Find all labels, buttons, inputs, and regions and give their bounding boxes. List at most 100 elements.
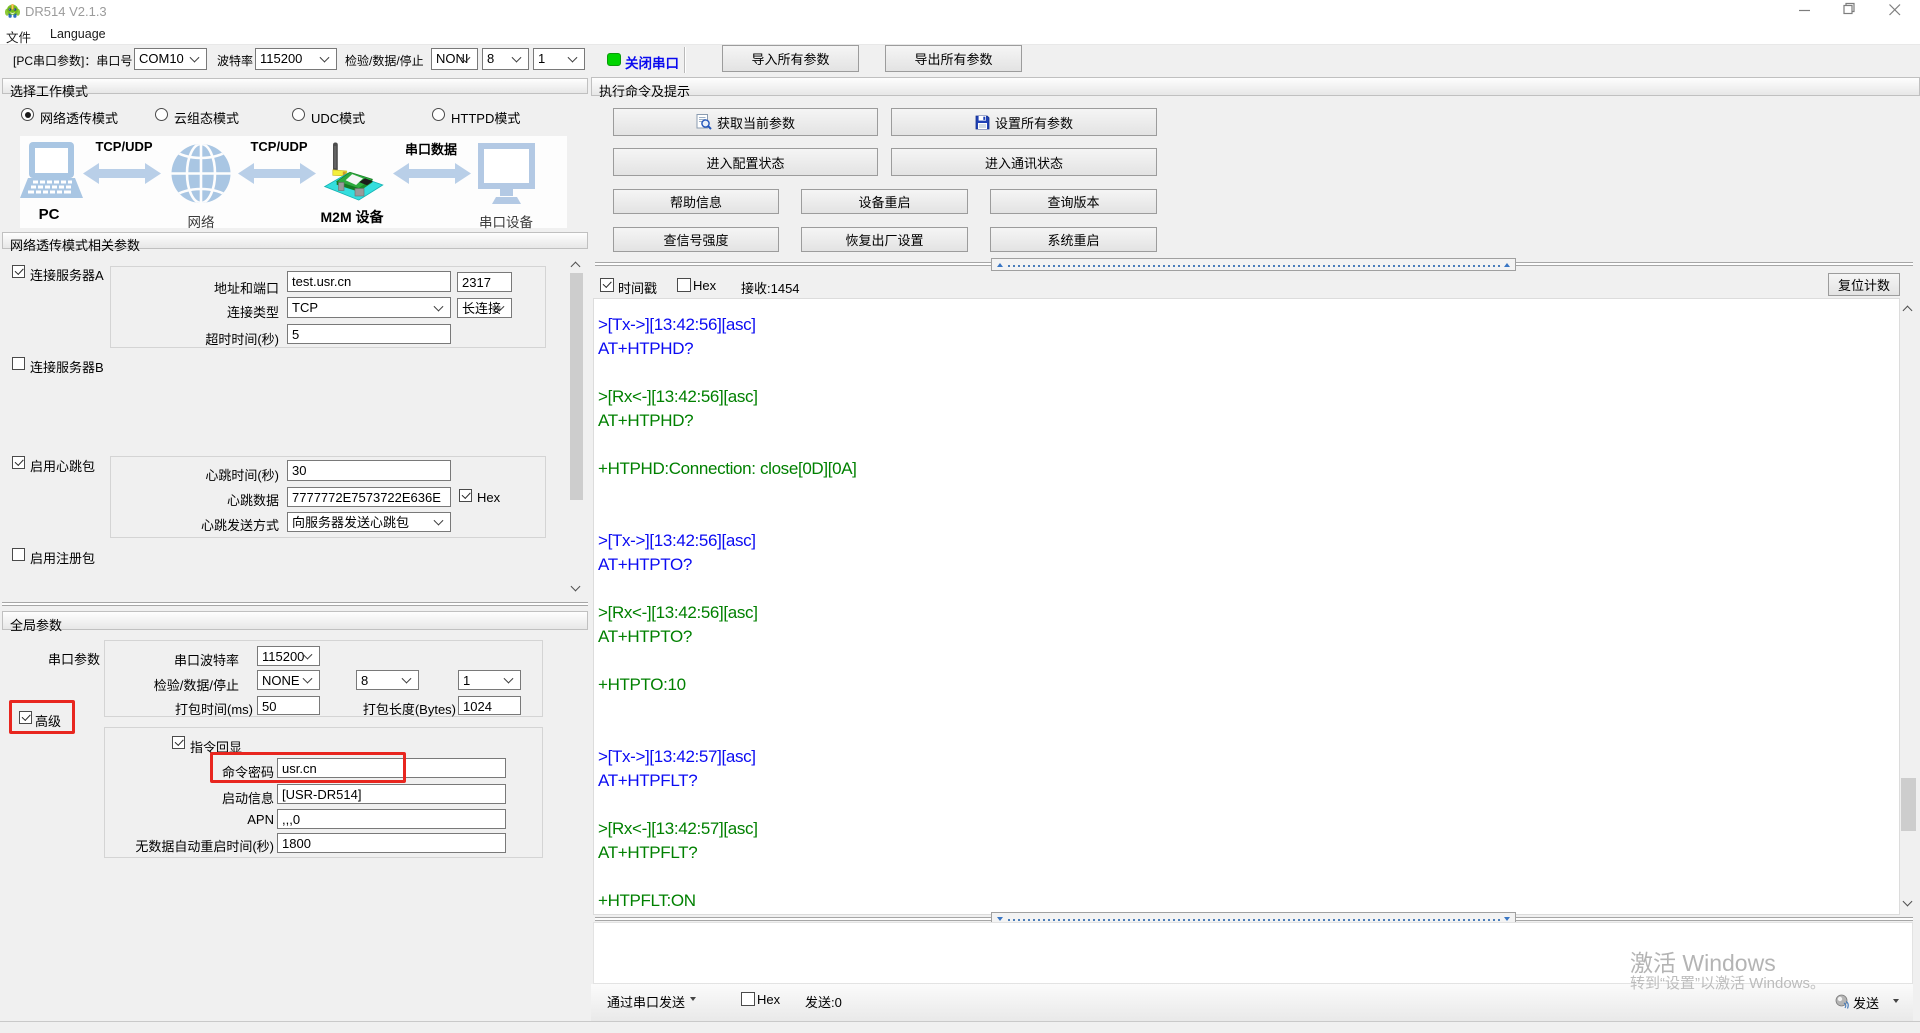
- log-line: >[Tx->][13:42:56][asc]: [598, 529, 1897, 553]
- window-controls: [1794, 0, 1914, 20]
- params-scrollbar-thumb[interactable]: [570, 273, 583, 500]
- hb-mode-label: 心跳发送方式: [119, 515, 279, 534]
- tcp-udp-label-1: TCP/UDP: [88, 139, 160, 154]
- send-hex-checkbox[interactable]: [741, 992, 755, 1006]
- set-params-button[interactable]: 设置所有参数: [891, 108, 1157, 136]
- advanced-annotation-box: [9, 700, 75, 734]
- com-port-combo[interactable]: COM10: [134, 48, 207, 70]
- g-stopbits-combo[interactable]: 1: [458, 670, 521, 690]
- radio-dot-icon: [25, 112, 31, 118]
- mode-radio-2[interactable]: [155, 108, 168, 121]
- mode-radio-label-2[interactable]: 云组态模式: [174, 108, 239, 127]
- menu-language[interactable]: Language: [50, 27, 106, 41]
- databits-combo[interactable]: 8: [482, 48, 529, 70]
- help-button[interactable]: 帮助信息: [613, 189, 779, 214]
- timestamp-label: 时间戳: [618, 278, 657, 297]
- receive-log-area[interactable]: >[Tx->][13:42:56][asc]AT+HTPHD? >[Rx<-][…: [593, 298, 1900, 915]
- heartbeat-checkbox[interactable]: [12, 456, 25, 469]
- g-baud-combo[interactable]: 115200: [257, 646, 320, 666]
- send-via-arrow-icon[interactable]: [690, 997, 696, 1001]
- baud-combo[interactable]: 115200: [255, 48, 337, 70]
- title-bar: DR514 V2.1.3: [0, 0, 1920, 23]
- restart-label: 无数据自动重启时间(秒): [104, 836, 274, 855]
- params-scrollbar[interactable]: [569, 255, 584, 598]
- baud-label: 波特率: [217, 52, 253, 69]
- send-splitter-right-arrow[interactable]: [1504, 917, 1510, 921]
- mode-radio-label-3[interactable]: UDC模式: [311, 108, 365, 127]
- stopbits-combo[interactable]: 1: [533, 48, 585, 70]
- receive-log-lines: >[Tx->][13:42:56][asc]AT+HTPHD? >[Rx<-][…: [598, 313, 1897, 913]
- import-all-button[interactable]: 导入所有参数: [722, 45, 859, 72]
- mode-radio-3[interactable]: [292, 108, 305, 121]
- hb-hex-checkbox[interactable]: [459, 489, 472, 502]
- mode-radio-label-4[interactable]: HTTPD模式: [451, 108, 520, 127]
- register-checkbox[interactable]: [12, 548, 25, 561]
- hb-data-input[interactable]: 7777772E7573722E636E: [287, 487, 451, 507]
- recv-hex-checkbox[interactable]: [677, 278, 691, 292]
- export-all-button[interactable]: 导出所有参数: [885, 45, 1022, 72]
- pack-time-input[interactable]: 50: [257, 696, 320, 715]
- get-params-button[interactable]: 获取当前参数: [613, 108, 878, 136]
- pack-len-input[interactable]: 1024: [458, 696, 521, 715]
- log-line: AT+HTPTO?: [598, 625, 1897, 649]
- signal-button[interactable]: 查信号强度: [613, 227, 779, 252]
- receive-splitter-left-arrow[interactable]: [997, 263, 1003, 267]
- log-scroll-down-icon[interactable]: [1904, 900, 1912, 908]
- log-line: AT+HTPFLT?: [598, 769, 1897, 793]
- server-a-port-input[interactable]: 2317: [457, 272, 512, 292]
- log-line: [598, 865, 1897, 889]
- params-section-header: 网络透传模式相关参数: [2, 232, 588, 249]
- check-icon: [174, 737, 183, 746]
- hb-time-label: 心跳时间(秒): [119, 465, 279, 484]
- hb-time-input[interactable]: 30: [287, 460, 451, 481]
- factory-reset-button[interactable]: 恢复出厂设置: [801, 227, 968, 252]
- arrow-1: [83, 163, 161, 184]
- receive-splitter-right-arrow[interactable]: [1504, 263, 1510, 267]
- log-line: AT+HTPFLT?: [598, 841, 1897, 865]
- log-scrollbar[interactable]: [1900, 298, 1917, 915]
- command-section-header: 执行命令及提示: [591, 77, 1920, 96]
- menu-file[interactable]: 文件: [6, 27, 31, 46]
- server-b-checkbox[interactable]: [12, 357, 25, 370]
- dev-restart-button[interactable]: 设备重启: [801, 189, 968, 214]
- echo-checkbox[interactable]: [172, 736, 185, 749]
- left-splitter[interactable]: [2, 602, 588, 606]
- mode-radio-1[interactable]: [21, 108, 34, 121]
- close-port-button[interactable]: 关闭串口: [625, 52, 679, 72]
- apn-input[interactable]: ,,,0: [277, 809, 506, 829]
- check-icon: [14, 266, 23, 275]
- log-scrollbar-thumb[interactable]: [1901, 778, 1916, 831]
- enter-comm-button[interactable]: 进入通讯状态: [891, 148, 1157, 176]
- boot-input[interactable]: [USR-DR514]: [277, 784, 506, 804]
- enter-config-button[interactable]: 进入配置状态: [613, 148, 878, 176]
- server-a-checkbox[interactable]: [12, 265, 25, 278]
- hb-mode-combo[interactable]: 向服务器发送心跳包: [287, 512, 451, 532]
- send-button[interactable]: 发送: [1853, 993, 1879, 1012]
- send-button-arrow-icon[interactable]: [1893, 999, 1899, 1003]
- sys-restart-button[interactable]: 系统重启: [990, 227, 1157, 252]
- params-scroll-down-icon[interactable]: [572, 585, 580, 593]
- mode-radio-label-1[interactable]: 网络透传模式: [40, 108, 118, 127]
- log-line: >[Rx<-][13:42:56][asc]: [598, 385, 1897, 409]
- log-scroll-up-icon[interactable]: [1904, 305, 1912, 313]
- receive-splitter-dots: [1008, 265, 1500, 267]
- log-line: [598, 433, 1897, 457]
- mode-radio-4[interactable]: [432, 108, 445, 121]
- query-version-button[interactable]: 查询版本: [990, 189, 1157, 214]
- send-splitter-left-arrow[interactable]: [997, 917, 1003, 921]
- server-a-addr-input[interactable]: test.usr.cn: [287, 271, 451, 292]
- parity-combo[interactable]: NONI: [431, 48, 478, 70]
- g-parity-combo[interactable]: NONE: [257, 670, 320, 690]
- timestamp-checkbox[interactable]: [600, 278, 614, 292]
- params-scroll-up-icon[interactable]: [572, 261, 580, 269]
- send-via-serial[interactable]: 通过串口发送: [607, 992, 685, 1011]
- conn-type-combo[interactable]: TCP: [287, 297, 451, 318]
- reset-count-button[interactable]: 复位计数: [1828, 273, 1900, 296]
- set-params-icon: [975, 115, 990, 130]
- timeout-input[interactable]: 5: [287, 324, 451, 344]
- g-databits-combo[interactable]: 8: [356, 670, 419, 690]
- keep-alive-combo[interactable]: 长连接: [457, 298, 512, 318]
- receive-splitter[interactable]: [991, 258, 1516, 271]
- pc-label: PC: [20, 206, 78, 223]
- restart-input[interactable]: 1800: [277, 833, 506, 853]
